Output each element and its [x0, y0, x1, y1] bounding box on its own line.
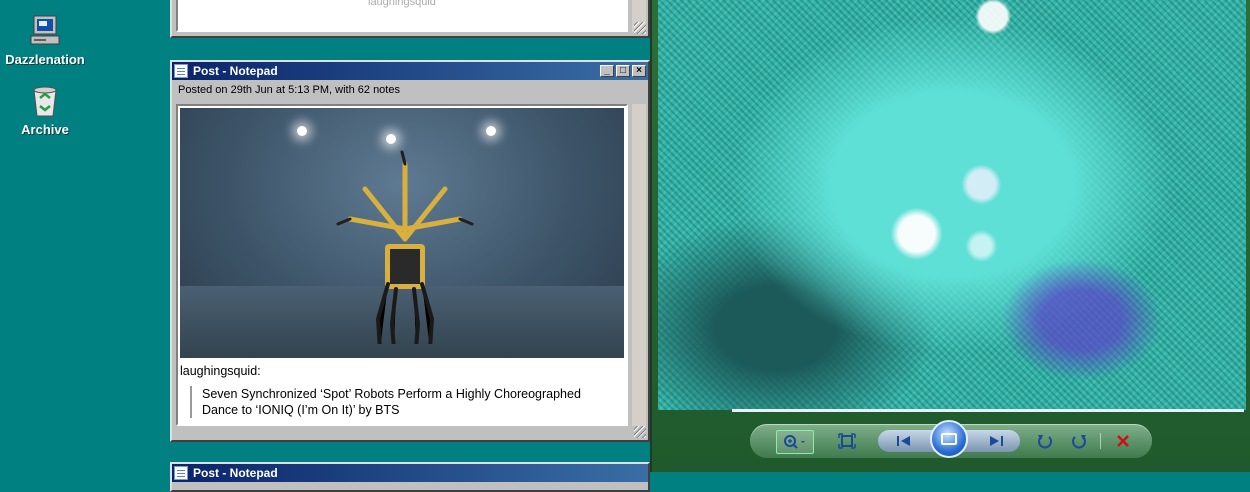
minimize-button[interactable]: _	[600, 65, 614, 77]
notepad-icon	[174, 466, 188, 480]
post-photo	[180, 108, 624, 358]
window-title: Post - Notepad	[193, 64, 278, 78]
image-bottom-edge	[732, 409, 1244, 412]
photo-viewer-window[interactable]	[650, 0, 1250, 472]
toolbar-separator	[1100, 433, 1101, 449]
title-bar[interactable]: Post - Notepad _ □ ×	[172, 62, 648, 80]
resize-grip[interactable]	[634, 426, 646, 438]
robot-figure	[336, 150, 474, 344]
title-bar[interactable]: Post - Notepad	[172, 464, 648, 482]
window-content: laughingsquid	[176, 0, 628, 32]
zoom-button[interactable]	[776, 430, 814, 454]
delete-icon	[1117, 435, 1129, 447]
actual-size-icon	[838, 433, 856, 449]
next-button[interactable]	[984, 430, 1008, 452]
desktop-icon-dazzlenation[interactable]: Dazzlenation	[0, 14, 90, 67]
rotate-counterclockwise-icon	[1038, 435, 1052, 449]
notepad-window-top[interactable]: laughingsquid	[170, 0, 650, 38]
rotate-clockwise-icon	[1072, 435, 1086, 449]
stage-light	[386, 134, 396, 144]
close-icon: ×	[636, 65, 642, 76]
stage-light	[486, 126, 496, 136]
post-quote: Seven Synchronized ‘Spot’ Robots Perform…	[190, 386, 612, 418]
desktop-icon-label: Archive	[21, 122, 69, 137]
rotate-counterclockwise-button[interactable]	[1034, 430, 1056, 452]
partial-text: laughingsquid	[368, 0, 436, 8]
vertical-scrollbar[interactable]	[632, 104, 646, 426]
delete-button[interactable]	[1112, 430, 1134, 452]
maximize-icon: □	[619, 65, 627, 76]
minimize-icon: _	[604, 65, 610, 76]
window-title: Post - Notepad	[193, 466, 278, 480]
stage-light	[297, 126, 307, 136]
computer-icon	[28, 14, 62, 48]
rotate-clockwise-button[interactable]	[1068, 430, 1090, 452]
viewer-control-bar	[750, 420, 1152, 458]
slideshow-button[interactable]	[930, 420, 968, 458]
notepad-window-bottom[interactable]: Post - Notepad	[170, 462, 650, 492]
notepad-window-post[interactable]: Post - Notepad _ □ × Posted on 29th Jun …	[170, 60, 650, 442]
post-source: laughingsquid:	[180, 364, 261, 378]
close-button[interactable]: ×	[632, 65, 646, 77]
recycle-bin-icon	[28, 84, 62, 118]
desktop-icon-archive[interactable]: Archive	[0, 84, 90, 137]
viewer-image	[658, 0, 1246, 410]
notepad-icon	[174, 64, 188, 78]
actual-size-button[interactable]	[834, 430, 860, 452]
next-icon	[990, 436, 1003, 446]
previous-icon	[897, 436, 910, 446]
maximize-button[interactable]: □	[616, 65, 630, 77]
zoom-icon	[784, 435, 805, 449]
desktop-icon-label: Dazzlenation	[5, 52, 85, 67]
resize-grip[interactable]	[634, 22, 646, 34]
slideshow-icon	[941, 433, 957, 445]
post-meta: Posted on 29th Jun at 5:13 PM, with 62 n…	[178, 84, 400, 96]
previous-button[interactable]	[892, 430, 916, 452]
post-content: laughingsquid: Seven Synchronized ‘Spot’…	[176, 104, 628, 426]
